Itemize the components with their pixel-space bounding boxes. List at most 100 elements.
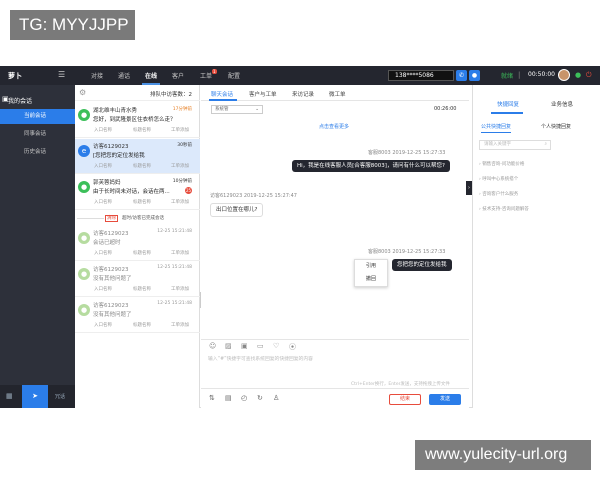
input-toolbar: ☺ ▨ ▣ ▭ ♡ ⦿	[201, 339, 469, 351]
add-ticket-link[interactable]: 工单添加	[171, 163, 189, 169]
transfer-icon[interactable]: ⇅	[209, 394, 215, 402]
conversation-item[interactable]: ● 郭芙蓉妈妈 由于长时间未对话，会话在两... 10分钟前 25 入口名称 标…	[75, 175, 200, 210]
left-sidebar: ▣ 我的会话 当前会话 同事会话 历史会话 ▦ ➤ 冗话	[0, 85, 75, 408]
file-icon[interactable]: ▭	[257, 342, 264, 350]
quick-reply-item[interactable]: › 销售咨询-问功能价格	[479, 161, 524, 167]
conversation-time: 10分钟前	[172, 179, 192, 184]
channel-select[interactable]: 系统管 ⌄	[211, 105, 263, 114]
wechat-icon: ●	[78, 109, 90, 121]
nav-item-2[interactable]: 在线	[145, 71, 157, 80]
chat-bottom-bar: ⇅ ▤ ◴ ↻ ♙ 结束 发送	[201, 388, 469, 408]
hamburger-icon[interactable]: ☰	[58, 70, 65, 79]
clear-tag[interactable]: 清除	[105, 215, 118, 222]
right-panel: 快捷回复 业务信息 公共快捷回复 个人快捷回复 请输入关键字 ⌕ › 销售咨询-…	[472, 85, 600, 408]
load-more-link[interactable]: 点击查看更多	[319, 123, 349, 130]
nav-badge: 1	[212, 69, 217, 74]
agent-message[interactable]: 您把您的定位发给我	[392, 259, 452, 271]
conversation-name: 访客6129023	[93, 267, 129, 273]
conversation-name: 访客6129023	[93, 144, 129, 150]
conversation-time: 12-25 15:21:48	[157, 265, 192, 270]
user-icon[interactable]: ♙	[273, 394, 279, 402]
sidebar-item-history[interactable]: 历史会话	[0, 145, 75, 160]
tab-customer[interactable]: 客户与工单	[249, 90, 277, 98]
tab-business-info[interactable]: 业务信息	[551, 100, 573, 108]
conversation-name: 访客6129023	[93, 231, 129, 237]
quick-reply-item[interactable]: › 技术支持-咨询问题解答	[479, 206, 529, 212]
chat-button[interactable]: ●	[469, 70, 480, 81]
user-avatar[interactable]	[558, 69, 570, 81]
sidebar-item-colleague[interactable]: 同事会话	[0, 127, 75, 142]
conversation-item[interactable]: ● 访客6129023 没有其他问题了 12-25 15:21:48 入口名称 …	[75, 298, 200, 333]
nav-item-1[interactable]: 通话	[118, 71, 130, 80]
message-icon[interactable]: ●	[575, 71, 581, 79]
add-ticket-link[interactable]: 工单添加	[171, 127, 189, 133]
divider-bar-icon: |	[518, 71, 521, 79]
quote-menu-item[interactable]: 引用	[355, 260, 387, 273]
tab-visit-log[interactable]: 来访记录	[292, 90, 314, 98]
conversation-list: ⚙ 排队中访客数：2 ● 湖北维丰山青水秀 您好，到武隆景区住衣桥怎么走？ 17…	[75, 85, 200, 408]
refresh-icon[interactable]: ↻	[257, 394, 263, 402]
entry-name: 入口名称	[94, 251, 112, 256]
recall-menu-item[interactable]: 撤回	[355, 273, 387, 286]
nav-item-4[interactable]: 工单	[200, 71, 212, 80]
clock-icon[interactable]: ◴	[241, 394, 247, 402]
sidebar-item-current[interactable]: 当前会话	[0, 109, 75, 124]
end-button[interactable]: 结束	[389, 394, 421, 405]
conversation-message: 会话已超时	[93, 240, 121, 246]
conversation-item[interactable]: ● 湖北维丰山青水秀 您好，到武隆景区住衣桥怎么走？ 17分钟前 入口名称 标题…	[75, 103, 200, 138]
send-icon[interactable]: ➤	[22, 385, 48, 408]
search-icon[interactable]: ⌕	[544, 141, 547, 149]
video-icon[interactable]: ▣	[241, 342, 248, 350]
tab-micro-ticket[interactable]: 微工单	[329, 90, 346, 98]
conversation-item[interactable]: ● 访客6129023 会话已超时 12-25 15:21:48 入口名称 标题…	[75, 226, 200, 261]
nav-item-3[interactable]: 客户	[172, 71, 184, 80]
nav-item-0[interactable]: 对接	[91, 71, 103, 80]
wechat-icon: ●	[78, 268, 90, 280]
phone-number-field[interactable]: 138****5086	[388, 70, 454, 81]
quick-reply-item[interactable]: › 呼叫中心系统搭个	[479, 176, 518, 182]
call-button[interactable]: ✆	[456, 70, 467, 81]
wechat-icon: ●	[78, 232, 90, 244]
conversation-message: 没有其他问题了	[93, 312, 132, 318]
conversation-name: 郭芙蓉妈妈	[93, 180, 121, 186]
input-hint: Ctrl+Enter换行，Enter发送，支持拖拽上传文件	[351, 382, 450, 387]
agent-message[interactable]: Hi，我是在线客服人员[合客服8003]，请问有什么可以帮您?	[292, 160, 450, 172]
entry-name: 入口名称	[94, 200, 112, 205]
top-bar: 萝卜 ☰ 对接 通话 在线 客户 工单 1 配置 138****5086 ✆ ●…	[0, 66, 600, 85]
conversation-item-selected[interactable]: e 访客6129023 [您把您的定位发给我 30秒前 入口名称 标题名称 工单…	[75, 139, 200, 174]
subtab-public-reply[interactable]: 公共快捷回复	[481, 123, 512, 133]
grid-icon[interactable]: ▦	[6, 392, 13, 400]
nav-item-5[interactable]: 配置	[228, 71, 240, 80]
add-ticket-link[interactable]: 工单添加	[171, 322, 189, 328]
message-context-menu: 引用 撤回	[354, 259, 388, 287]
conversation-item[interactable]: ● 访客6129023 没有其他问题了 12-25 15:21:48 入口名称 …	[75, 262, 200, 297]
save-icon[interactable]: ▤	[225, 394, 232, 402]
queue-count: 排队中访客数：2	[150, 92, 192, 98]
add-ticket-link[interactable]: 工单添加	[171, 250, 189, 256]
title-name: 标题名称	[133, 323, 151, 328]
sidebar-bottom-label[interactable]: 冗话	[55, 393, 65, 400]
watermark-top-left: TG: MYYJJPP	[10, 10, 135, 40]
visitor-message[interactable]: 出口位置在哪儿?	[210, 203, 264, 217]
message-input[interactable]: 输入“#”快捷字可查找系统回复的快捷回复的内容	[208, 355, 313, 362]
image-icon[interactable]: ▨	[225, 342, 232, 350]
add-ticket-link[interactable]: 工单添加	[171, 199, 189, 205]
subtab-personal-reply[interactable]: 个人快捷回复	[541, 123, 571, 130]
location-icon[interactable]: ⦿	[289, 342, 296, 352]
conversation-time: 17分钟前	[172, 107, 192, 112]
tab-quick-reply[interactable]: 快捷回复	[497, 100, 519, 108]
heart-icon[interactable]: ♡	[273, 342, 279, 350]
emoji-icon[interactable]: ☺	[209, 342, 216, 350]
add-ticket-link[interactable]: 工单添加	[171, 286, 189, 292]
entry-name: 入口名称	[94, 323, 112, 328]
agent-status[interactable]: 就绪	[501, 71, 513, 80]
power-icon[interactable]: ⏻	[586, 71, 592, 80]
send-button[interactable]: 发送	[429, 394, 461, 405]
tab-chat[interactable]: 聊天会话	[211, 90, 233, 98]
web-visitor-icon: e	[78, 145, 90, 157]
quick-reply-search[interactable]: 请输入关键字 ⌕	[479, 140, 551, 150]
title-name: 标题名称	[133, 251, 151, 256]
settings-icon[interactable]: ⚙	[79, 88, 86, 97]
channel-select-value: 系统管	[215, 107, 229, 112]
quick-reply-item[interactable]: › 咨询客户什么服务	[479, 191, 518, 197]
